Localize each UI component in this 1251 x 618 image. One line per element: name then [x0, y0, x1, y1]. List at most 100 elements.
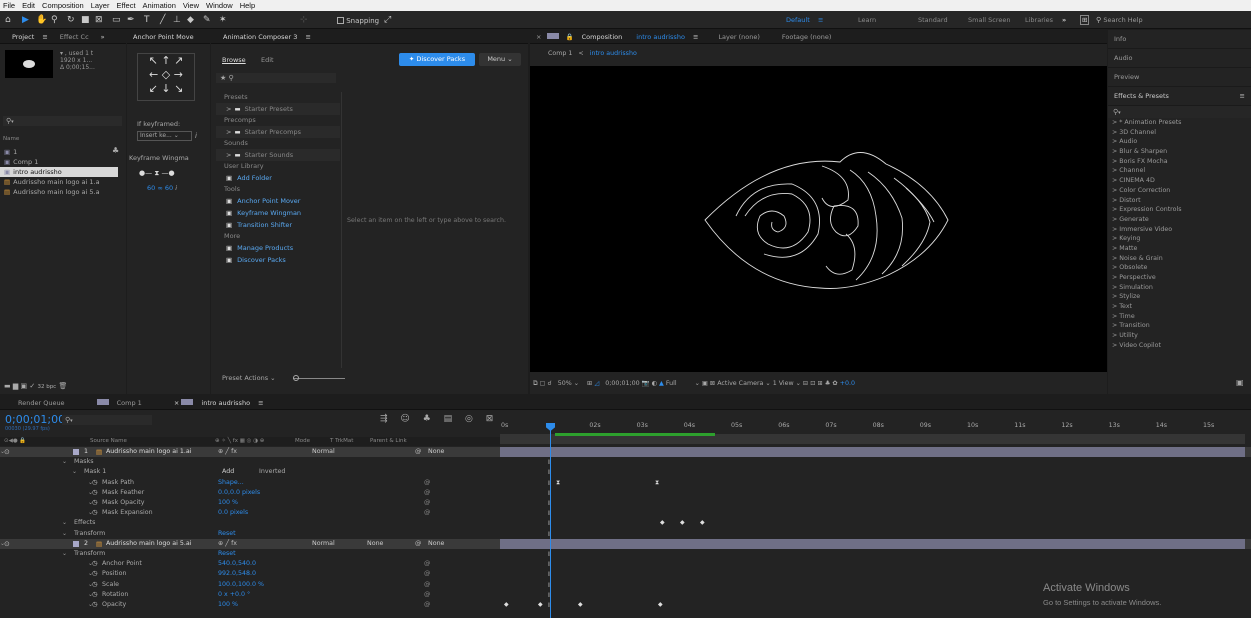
anchor-left-icon[interactable]: ←: [149, 68, 158, 81]
shy-icon[interactable]: ☺: [400, 414, 409, 424]
anchor-center-icon[interactable]: ◇: [162, 68, 170, 81]
snapping-toggle[interactable]: Snapping: [337, 15, 379, 27]
menu-composition[interactable]: Composition: [42, 1, 84, 10]
effects-category[interactable]: > Blur & Sharpen: [1108, 147, 1251, 157]
panel-overflow-icon[interactable]: »: [95, 33, 111, 41]
effects-category[interactable]: > Channel: [1108, 166, 1251, 176]
composer-item[interactable]: > ▬ Starter Sounds: [216, 149, 340, 161]
grid-icon[interactable]: ⊞: [587, 380, 592, 387]
roto-tool-icon[interactable]: ✎: [203, 14, 211, 26]
tab-layer[interactable]: Layer (none): [712, 33, 765, 41]
layer-switches-icon[interactable]: ⊕ ╱ fx: [218, 447, 237, 457]
selection-tool-icon[interactable]: ▶: [22, 14, 29, 26]
keyframe-icon[interactable]: ◆: [504, 600, 509, 610]
anchor-top-left-icon[interactable]: ↖: [149, 54, 158, 67]
stopwatch-icon[interactable]: ◷: [92, 590, 98, 600]
frame-blend-icon[interactable]: ♣: [423, 414, 431, 424]
property-row[interactable]: ⌄ ◷ Mask Path Shape... @ I: [0, 478, 1251, 488]
keyframe-icon[interactable]: ◆: [658, 600, 663, 610]
stopwatch-icon[interactable]: ◷: [92, 559, 98, 569]
tab-animation-composer[interactable]: Animation Composer 3 ≡: [211, 33, 317, 41]
more-workspaces-icon[interactable]: »: [1062, 16, 1066, 24]
effects-category[interactable]: > Utility: [1108, 331, 1251, 341]
adjust-icon[interactable]: ✓: [29, 382, 35, 390]
composer-item[interactable]: > ▬ Starter Precomps: [216, 126, 340, 138]
menu-effect[interactable]: Effect: [116, 1, 135, 10]
twirl-arrow-icon[interactable]: ⌄: [72, 467, 77, 477]
anchor-bottom-left-icon[interactable]: ↙: [149, 82, 158, 95]
menu-help[interactable]: Help: [240, 1, 255, 10]
project-search-input[interactable]: ⚲▾: [3, 116, 122, 126]
tab-comp1[interactable]: Comp 1: [91, 398, 154, 407]
breadcrumb-intro[interactable]: intro audrissho: [590, 50, 637, 57]
tab-anchor-point[interactable]: Anchor Point Move: [127, 33, 200, 41]
effects-category[interactable]: > Video Copilot: [1108, 341, 1251, 351]
preset-slider-handle[interactable]: [293, 375, 299, 381]
parent-select[interactable]: None: [428, 447, 444, 457]
stopwatch-icon[interactable]: ◷: [92, 508, 98, 518]
parent-header[interactable]: Parent & Link: [370, 437, 407, 446]
property-row[interactable]: ⌄ ◷ Anchor Point 540.0,540.0 @ I: [0, 559, 1251, 569]
anchor-bottom-right-icon[interactable]: ↘: [174, 82, 183, 95]
sync-settings-icon[interactable]: ⊞: [1080, 15, 1090, 25]
composer-item[interactable]: > ▬ Starter Presets: [216, 103, 340, 115]
effects-category[interactable]: > Audio: [1108, 137, 1251, 147]
stopwatch-icon[interactable]: ◷: [92, 569, 98, 579]
effects-category[interactable]: > Keying: [1108, 234, 1251, 244]
layer-switches-icon[interactable]: ⊕ ╱ fx: [218, 539, 237, 549]
property-row[interactable]: ⌄ ◷ Mask Feather 0.0,0.0 pixels @ I: [0, 488, 1251, 498]
pen-tool-icon[interactable]: ✒: [127, 14, 135, 26]
keyframe-icon[interactable]: ⧗: [556, 478, 560, 488]
layer-name[interactable]: Audrissho main logo ai 5.ai: [106, 539, 191, 549]
mask-icon[interactable]: ▢: [540, 380, 546, 387]
property-value[interactable]: Reset: [218, 529, 236, 539]
pickwhip-icon[interactable]: @: [415, 447, 421, 457]
expression-pickwhip-icon[interactable]: @: [424, 488, 430, 498]
snapshot-icon[interactable]: 📷: [642, 380, 650, 387]
timeline-search-input[interactable]: ⚲▾: [62, 415, 152, 425]
menu-edit[interactable]: Edit: [22, 1, 35, 10]
property-value[interactable]: 100 %: [218, 498, 238, 508]
wingman-in-value[interactable]: 60: [147, 184, 155, 192]
color-swatch-icon[interactable]: ◐: [651, 380, 657, 387]
effects-category[interactable]: > Matte: [1108, 244, 1251, 254]
label-color-chip[interactable]: [73, 449, 79, 455]
expression-pickwhip-icon[interactable]: @: [424, 569, 430, 579]
tab-edit[interactable]: Edit: [261, 56, 274, 64]
stopwatch-icon[interactable]: ◷: [92, 498, 98, 508]
effects-category[interactable]: > Perspective: [1108, 273, 1251, 283]
effects-category[interactable]: > CINEMA 4D: [1108, 176, 1251, 186]
close-icon[interactable]: ×: [530, 33, 547, 41]
wingman-info-icon[interactable]: i: [175, 184, 177, 192]
workspace-default[interactable]: Default: [786, 16, 810, 24]
tab-project[interactable]: Project ≡: [0, 33, 54, 41]
workspace-small-screen[interactable]: Small Screen: [968, 16, 1010, 24]
menu-view[interactable]: View: [183, 1, 199, 10]
property-value[interactable]: 100.0,100.0 %: [218, 580, 264, 590]
resolution-icon[interactable]: ▲: [659, 380, 664, 387]
magnification-dropdown[interactable]: 50% ⌄: [558, 380, 579, 387]
stamp-tool-icon[interactable]: ⊥: [173, 14, 181, 26]
camera-tool-icon[interactable]: ■: [81, 14, 90, 26]
interpret-footage-icon[interactable]: ▬: [4, 382, 11, 390]
current-time-indicator[interactable]: [550, 425, 551, 618]
breadcrumb-comp1[interactable]: Comp 1: [548, 50, 572, 57]
menu-file[interactable]: File: [3, 1, 15, 10]
workspace-standard[interactable]: Standard: [918, 16, 948, 24]
effects-category[interactable]: > Stylize: [1108, 292, 1251, 302]
composer-item[interactable]: ▣ Anchor Point Mover: [216, 195, 340, 207]
effects-category[interactable]: > Obsolete: [1108, 263, 1251, 273]
resolution-dropdown[interactable]: Full: [666, 380, 677, 387]
view-layout-dropdown[interactable]: 1 View: [773, 380, 794, 387]
effects-category[interactable]: > Generate: [1108, 215, 1251, 225]
twirl-arrow-icon[interactable]: ⌄: [62, 457, 67, 467]
twirl-arrow-icon[interactable]: ⌄: [62, 529, 67, 539]
puppet-tool-icon[interactable]: ✶: [219, 14, 227, 26]
project-item[interactable]: ▣ Comp 1: [0, 157, 126, 167]
project-item[interactable]: ▣ intro audrissho: [0, 167, 118, 177]
composer-menu-button[interactable]: Menu ⌄: [479, 53, 521, 66]
view-icons[interactable]: ⊟ ⊡ ⊞ ♣ ✿: [803, 380, 838, 387]
anchor-top-right-icon[interactable]: ↗: [174, 54, 183, 67]
effects-search-input[interactable]: ⚲▾: [1108, 106, 1251, 118]
new-folder-icon[interactable]: ▆: [13, 382, 18, 390]
